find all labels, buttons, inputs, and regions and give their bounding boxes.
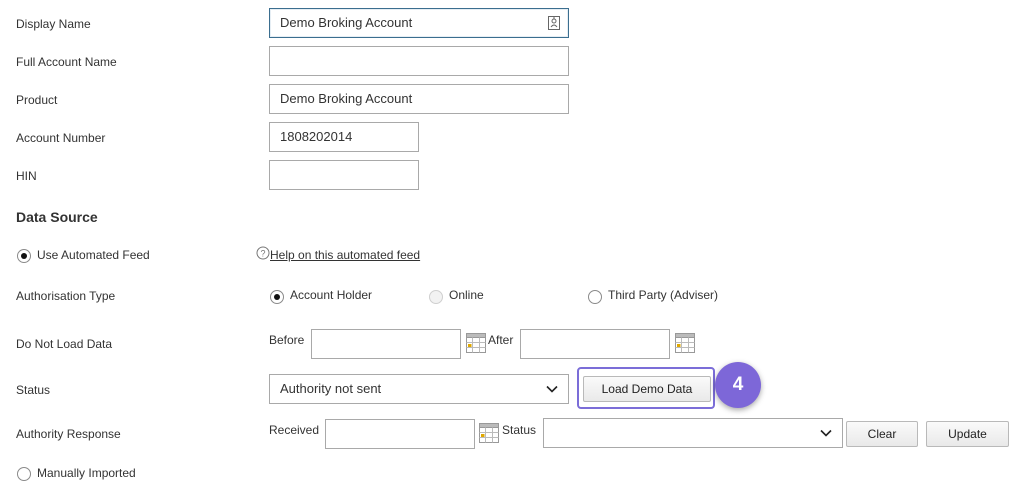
calendar-icon[interactable]	[466, 333, 486, 353]
hin-label: HIN	[16, 169, 37, 183]
full-account-name-label: Full Account Name	[16, 55, 117, 69]
hin-input[interactable]	[269, 160, 419, 190]
chevron-down-icon	[820, 429, 832, 437]
radio-online[interactable]	[429, 290, 443, 304]
response-status-select[interactable]	[543, 418, 843, 448]
account-number-value: 1808202014	[280, 129, 353, 144]
update-button[interactable]: Update	[926, 421, 1009, 447]
svg-text:?: ?	[260, 249, 265, 259]
response-status-label: Status	[502, 423, 537, 437]
display-name-input[interactable]: Demo Broking Account	[269, 8, 569, 38]
contact-card-icon[interactable]	[548, 16, 560, 30]
highlight-box	[577, 367, 715, 409]
radio-third-party[interactable]	[588, 290, 602, 304]
clear-button[interactable]: Clear	[846, 421, 918, 447]
account-number-label: Account Number	[16, 131, 106, 145]
received-label: Received	[269, 423, 320, 437]
account-number-input[interactable]: 1808202014	[269, 122, 419, 152]
account-holder-label: Account Holder	[290, 288, 373, 302]
display-name-label: Display Name	[16, 17, 91, 31]
status-select-value: Authority not sent	[280, 381, 382, 396]
status-select[interactable]: Authority not sent	[269, 374, 569, 404]
full-account-name-input[interactable]	[269, 46, 569, 76]
manually-imported-radio[interactable]	[17, 467, 31, 481]
after-date-input[interactable]	[520, 329, 670, 359]
online-label: Online	[449, 288, 484, 302]
chevron-down-icon	[546, 385, 558, 393]
status-label: Status	[16, 383, 51, 397]
product-label: Product	[16, 93, 58, 107]
product-value: Demo Broking Account	[280, 91, 413, 106]
authorisation-type-label: Authorisation Type	[16, 289, 116, 303]
help-automated-feed-link[interactable]: Help on this automated feed	[270, 248, 420, 262]
display-name-value: Demo Broking Account	[280, 15, 413, 30]
after-label: After	[488, 333, 514, 347]
before-date-input[interactable]	[311, 329, 461, 359]
step-badge: 4	[715, 362, 761, 408]
calendar-icon[interactable]	[479, 423, 499, 443]
product-input[interactable]: Demo Broking Account	[269, 84, 569, 114]
use-automated-feed-radio[interactable]	[17, 249, 31, 263]
radio-account-holder[interactable]	[270, 290, 284, 304]
data-source-title: Data Source	[16, 209, 98, 225]
do-not-load-data-label: Do Not Load Data	[16, 337, 113, 351]
before-label: Before	[269, 333, 305, 347]
calendar-icon[interactable]	[675, 333, 695, 353]
manually-imported-label: Manually Imported	[37, 466, 136, 480]
third-party-label: Third Party (Adviser)	[608, 288, 719, 302]
use-automated-feed-label: Use Automated Feed	[37, 248, 150, 262]
received-date-input[interactable]	[325, 419, 475, 449]
authority-response-label: Authority Response	[16, 427, 121, 441]
help-circle-icon[interactable]: ?	[256, 246, 270, 260]
